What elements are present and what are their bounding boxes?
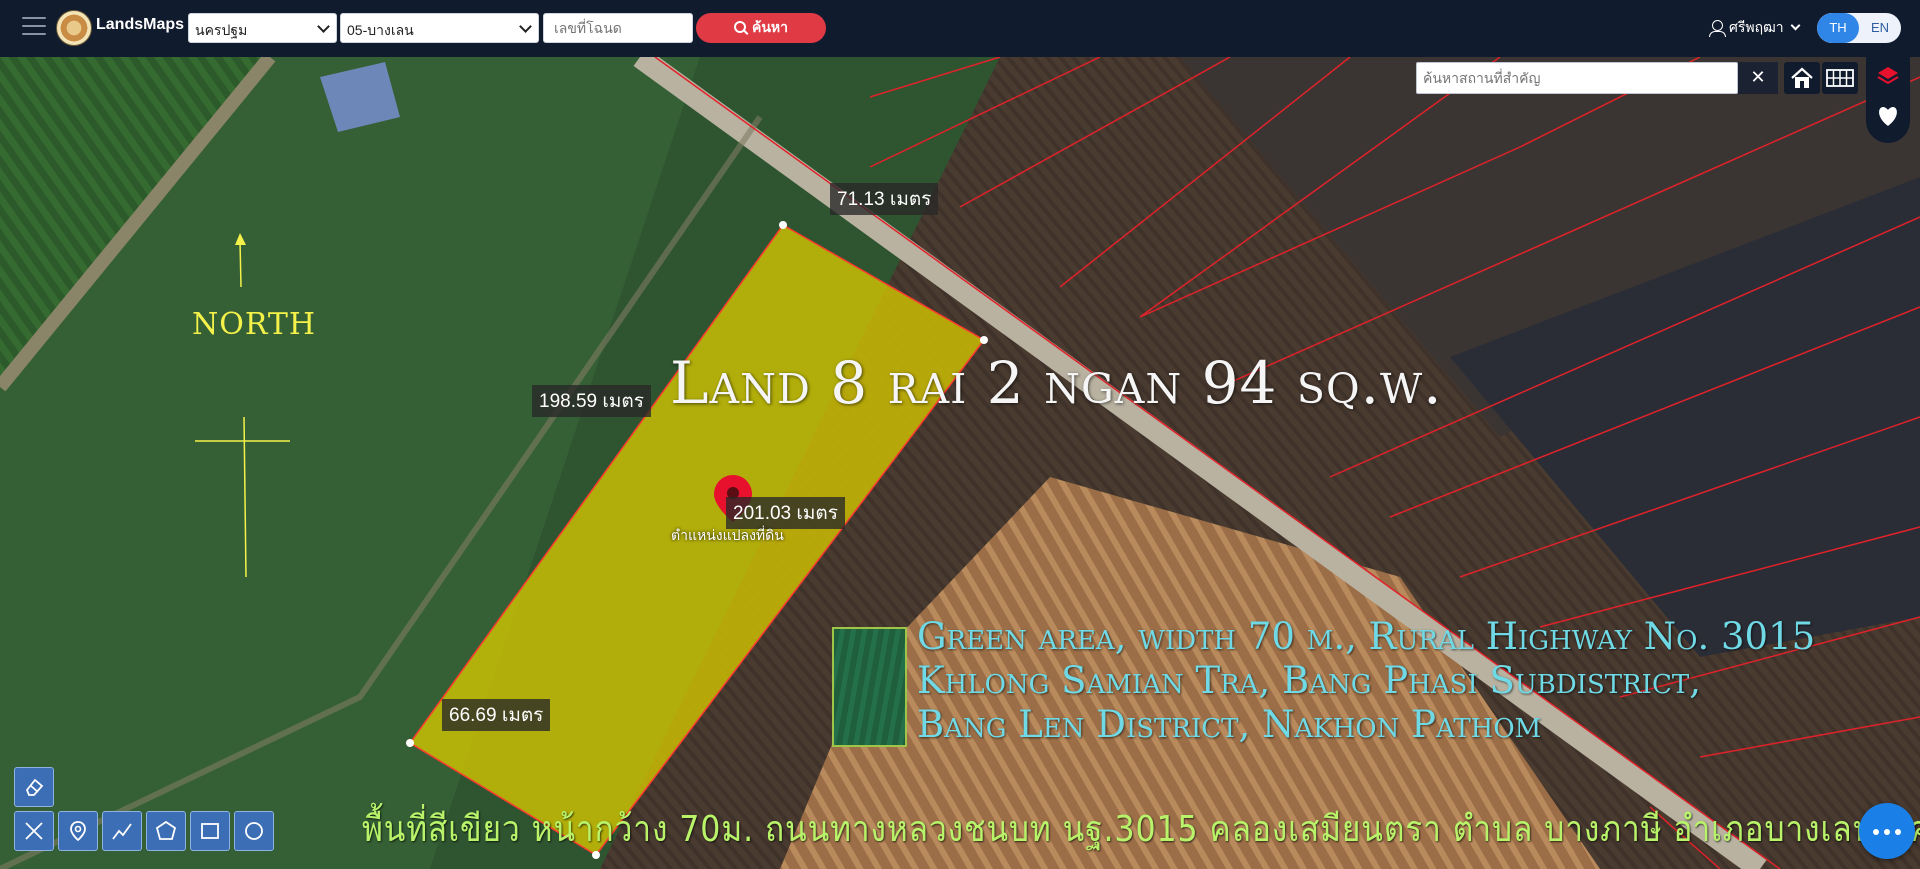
info-line: Khlong Samian Tra, Bang Phasi Subdistric… bbox=[917, 659, 1701, 702]
language-toggle: TH EN bbox=[1817, 13, 1901, 43]
lang-en-button[interactable]: EN bbox=[1859, 13, 1901, 43]
dot-icon bbox=[1884, 829, 1890, 835]
top-bar: LandsMaps นครปฐม 05-บางเลน ค้นหา ศรีพฤฒา… bbox=[0, 0, 1920, 57]
polyline-icon bbox=[112, 823, 132, 840]
chevron-down-icon bbox=[317, 20, 330, 33]
place-search-input[interactable] bbox=[1416, 62, 1738, 94]
thai-caption: พื้นที่สีเขียว หน้ากว้าง 70ม. ถนนทางหลวง… bbox=[362, 809, 1920, 850]
measure-icon bbox=[25, 822, 43, 840]
info-line: Green area, width 70 m., Rural Highway N… bbox=[917, 615, 1816, 658]
polyline-tool[interactable] bbox=[102, 811, 142, 851]
grid-button[interactable] bbox=[1822, 62, 1858, 94]
province-select-value: นครปฐม bbox=[195, 22, 248, 38]
polygon-icon bbox=[155, 820, 177, 840]
north-label: NORTH bbox=[192, 307, 317, 342]
rectangle-icon bbox=[201, 823, 219, 839]
landsmaps-logo[interactable] bbox=[56, 10, 92, 46]
chevron-down-icon bbox=[519, 20, 532, 33]
user-menu[interactable]: ศรีพฤฒา bbox=[1709, 17, 1801, 39]
heart-icon[interactable] bbox=[1879, 107, 1897, 126]
user-icon bbox=[1709, 20, 1726, 37]
map-side-panel bbox=[1866, 57, 1910, 143]
info-line: Bang Len District, Nakhon Pathom bbox=[917, 703, 1542, 746]
location-info: Green area, width 70 m., Rural Highway N… bbox=[917, 615, 1815, 747]
district-select[interactable]: 05-บางเลน bbox=[340, 13, 539, 43]
search-icon bbox=[733, 21, 746, 33]
green-area-swatch bbox=[832, 627, 907, 747]
circle-icon bbox=[245, 822, 263, 840]
location-pin-icon bbox=[70, 821, 86, 842]
menu-icon[interactable] bbox=[22, 17, 46, 37]
district-select-value: 05-บางเลน bbox=[347, 22, 414, 38]
polygon-tool[interactable] bbox=[146, 811, 186, 851]
layers-icon[interactable] bbox=[1877, 67, 1899, 85]
lang-th-button[interactable]: TH bbox=[1817, 13, 1859, 43]
satellite-imagery bbox=[0, 57, 1920, 869]
eraser-tool[interactable] bbox=[14, 767, 54, 807]
measurement-top: 71.13 เมตร bbox=[830, 183, 939, 215]
land-size-title: Land 8 rai 2 ngan 94 sq.w. bbox=[670, 349, 1443, 417]
satellite-map[interactable]: NORTH Land 8 rai 2 ngan 94 sq.w. 71.13 เ… bbox=[0, 57, 1920, 869]
clear-search-button[interactable]: ✕ bbox=[1738, 62, 1778, 94]
measurement-left: 198.59 เมตร bbox=[532, 385, 651, 417]
user-name: ศรีพฤฒา bbox=[1729, 19, 1784, 35]
grid-icon bbox=[1826, 69, 1854, 87]
home-button[interactable] bbox=[1784, 62, 1820, 94]
marker-tool[interactable] bbox=[58, 811, 98, 851]
rectangle-tool[interactable] bbox=[190, 811, 230, 851]
chevron-down-icon bbox=[1790, 20, 1801, 31]
measure-tool[interactable] bbox=[14, 811, 54, 851]
chat-button[interactable] bbox=[1859, 803, 1915, 859]
deed-number-input[interactable] bbox=[543, 13, 693, 43]
brand-name: LandsMaps bbox=[96, 16, 185, 33]
province-select[interactable]: นครปฐม bbox=[188, 13, 337, 43]
dot-icon bbox=[1873, 829, 1879, 835]
home-icon bbox=[1791, 67, 1813, 88]
pin-label: ตำแหน่งแปลงที่ดิน bbox=[671, 527, 784, 543]
measurement-bottom: 66.69 เมตร bbox=[442, 699, 551, 731]
dot-icon bbox=[1895, 829, 1901, 835]
search-button[interactable]: ค้นหา bbox=[696, 13, 826, 43]
circle-tool[interactable] bbox=[234, 811, 274, 851]
eraser-icon bbox=[25, 778, 44, 796]
search-button-label: ค้นหา bbox=[751, 19, 789, 35]
